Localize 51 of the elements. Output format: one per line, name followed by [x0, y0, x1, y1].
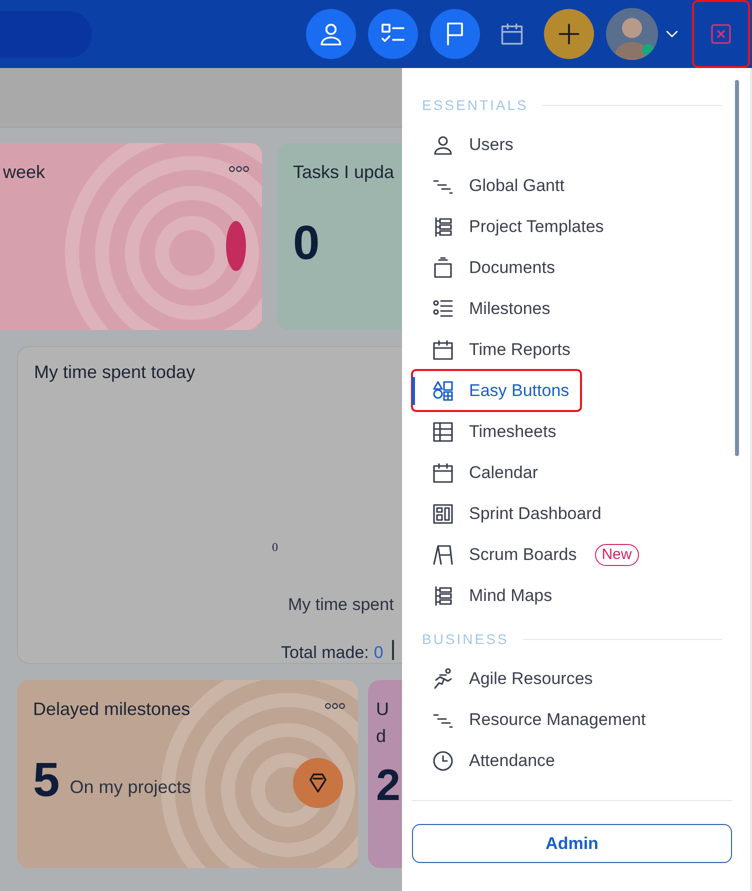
- clock-icon: [431, 748, 455, 772]
- menu-item[interactable]: Sprint Dashboard: [412, 493, 612, 534]
- axis-label: 0: [272, 539, 278, 556]
- calendar-icon: [499, 21, 525, 47]
- menu-item[interactable]: Milestones: [412, 288, 560, 329]
- avatar-button[interactable]: [606, 8, 658, 60]
- menu-item[interactable]: Agile Resources: [412, 658, 603, 699]
- card-title: Tasks I upda: [293, 161, 394, 184]
- user-button[interactable]: [306, 9, 356, 59]
- menu-item[interactable]: Global Gantt: [412, 165, 574, 206]
- stat-value: 0: [293, 220, 320, 268]
- section-heading: ESSENTIALS: [422, 96, 528, 114]
- card-title: d: [376, 725, 386, 748]
- menu-item[interactable]: Documents: [412, 247, 565, 288]
- shapes-icon: [431, 378, 455, 402]
- calendar-icon: [431, 338, 455, 362]
- new-tag: New: [594, 544, 639, 566]
- menu-item[interactable]: Project Templates: [412, 206, 614, 247]
- card-title: U: [376, 698, 389, 721]
- admin-button[interactable]: Admin: [412, 824, 732, 863]
- menu-item[interactable]: Users: [412, 124, 524, 165]
- document-stack-icon: [431, 256, 455, 280]
- add-button[interactable]: [544, 9, 594, 59]
- menu-item[interactable]: Time Reports: [412, 329, 580, 370]
- card-title: week: [3, 161, 46, 184]
- menu-item[interactable]: Mind Maps: [412, 575, 562, 616]
- stat-value: 2: [376, 764, 400, 808]
- total-label: Total made:: [281, 642, 369, 664]
- stat-value: 5: [33, 757, 60, 805]
- table-icon: [431, 420, 455, 444]
- status-marker: [226, 221, 246, 271]
- menu-item[interactable]: Timesheets: [412, 411, 566, 452]
- close-icon: [709, 22, 733, 46]
- menu-item[interactable]: Attendance: [412, 740, 566, 781]
- card-title: My time spent today: [34, 361, 196, 384]
- more-icon[interactable]: [324, 702, 346, 710]
- section-heading: BUSINESS: [422, 630, 509, 648]
- menu-item[interactable]: Resource Management: [412, 699, 656, 740]
- menu-item[interactable]: Easy Buttons: [412, 370, 582, 411]
- more-icon[interactable]: [228, 165, 250, 173]
- scrollbar-thumb[interactable]: [735, 80, 739, 456]
- card-title: Delayed milestones: [33, 698, 190, 721]
- checklist-button[interactable]: [368, 9, 418, 59]
- menu-item[interactable]: Calendar: [412, 452, 548, 493]
- menu-item[interactable]: Scrum Boards New: [412, 534, 649, 575]
- calendar-icon: [431, 460, 455, 484]
- flag-button[interactable]: [430, 9, 480, 59]
- chart-legend: My time spent: [288, 592, 394, 618]
- board-icon: [431, 542, 455, 566]
- dashboard-icon: [431, 502, 455, 526]
- stat-caption: On my projects: [70, 776, 191, 799]
